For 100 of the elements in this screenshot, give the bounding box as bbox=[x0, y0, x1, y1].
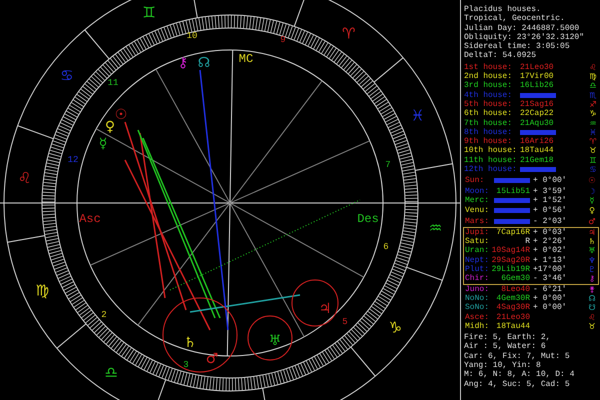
house-label: 8th house: bbox=[464, 128, 514, 137]
sign-symbol: ♈ bbox=[588, 137, 598, 146]
body-symbol: ♉ bbox=[587, 322, 597, 332]
body-offset: + 0°56' bbox=[533, 206, 568, 217]
body-label: Uran: bbox=[465, 246, 490, 256]
body-symbol: ♆ bbox=[587, 256, 597, 266]
body-position: 21Leo30 bbox=[495, 312, 531, 322]
body-position: 8Leo40 bbox=[500, 284, 531, 294]
chart-info-line: DeltaT: 54.0925 bbox=[464, 51, 536, 61]
body-label: Plut: bbox=[465, 265, 490, 274]
chart-angle-label: MC bbox=[238, 52, 254, 66]
house-label: 9th house: bbox=[464, 137, 512, 146]
house-label: 10th house: bbox=[464, 146, 518, 156]
body-offset: + 2°26' bbox=[533, 237, 568, 246]
body-position: 18Tau44 bbox=[495, 322, 531, 332]
sign-symbol: ♌ bbox=[588, 62, 598, 72]
planet-glyph: ☿ bbox=[98, 136, 108, 152]
body-symbol: ♂ bbox=[587, 216, 597, 227]
body-offset: - 6°21' bbox=[533, 284, 568, 294]
blurred-value bbox=[520, 167, 556, 172]
body-label: Satu: bbox=[465, 237, 490, 246]
house-number: 2 bbox=[101, 310, 107, 320]
body-offset: + 0°00' bbox=[533, 176, 568, 187]
house-label: 3rd house: bbox=[464, 81, 514, 91]
house-label: 4th house: bbox=[464, 90, 514, 100]
house-cusp: 18Tau44 bbox=[520, 146, 555, 156]
sign-symbol: ♍ bbox=[588, 72, 598, 82]
planet-glyph: ♃ bbox=[318, 301, 332, 317]
house-cusp: 21Sag16 bbox=[520, 100, 555, 110]
body-offset: - 2°03' bbox=[533, 216, 568, 227]
planet-glyph: ♄ bbox=[184, 335, 196, 351]
body-position: 10Sag14R bbox=[491, 246, 531, 256]
zodiac-sign-glyph: ♓ bbox=[410, 106, 424, 125]
body-offset: + 1°13' bbox=[533, 256, 568, 265]
body-label: Sun: bbox=[465, 176, 486, 187]
body-symbol: ☿ bbox=[588, 196, 596, 206]
planet-glyph: ♀ bbox=[104, 119, 116, 135]
sign-divider-line bbox=[374, 57, 404, 83]
planet-glyph: ⚷ bbox=[178, 55, 188, 71]
body-symbol: ♌ bbox=[587, 312, 597, 322]
body-symbol: ☋ bbox=[587, 303, 597, 312]
chart-info-line: Obliquity: 23°26'32.3120" bbox=[464, 32, 584, 42]
zodiac-sign-glyph: ♋ bbox=[60, 66, 74, 85]
body-offset: + 0°00' bbox=[533, 303, 568, 312]
body-symbol: ☉ bbox=[587, 176, 597, 187]
sign-divider-line bbox=[17, 125, 54, 140]
sign-divider-line bbox=[6, 235, 46, 243]
house-cusp: 16Lib26 bbox=[520, 81, 555, 91]
conjunction-circle bbox=[292, 280, 338, 326]
conjunction-circle bbox=[248, 316, 292, 360]
summary-line: M: 6, N: 8, A: 10, D: 4 bbox=[464, 370, 574, 380]
body-offset: + 1°52' bbox=[533, 196, 568, 206]
body-position: 4Sag30R bbox=[495, 303, 531, 312]
zodiac-sign-glyph: ♒ bbox=[428, 219, 442, 238]
zodiac-sign-glyph: ♊ bbox=[142, 3, 156, 22]
body-symbol: ☊ bbox=[587, 294, 597, 304]
house-label: 12th house: bbox=[464, 165, 518, 174]
chart-angle-label: Des bbox=[357, 212, 379, 226]
body-label: Merc: bbox=[465, 196, 490, 206]
zodiac-sign-glyph: ♎ bbox=[104, 364, 118, 382]
sign-symbol: ♐ bbox=[588, 100, 598, 110]
house-number: 11 bbox=[108, 78, 118, 88]
body-label: Juno: bbox=[465, 284, 490, 294]
body-label: Moon: bbox=[465, 186, 490, 196]
body-offset: + 0°02' bbox=[533, 246, 568, 256]
planet-glyph: ☉ bbox=[114, 107, 128, 123]
house-cusp: 21Gem18 bbox=[520, 156, 555, 166]
house-cusp: 21Aqu30 bbox=[520, 118, 555, 128]
summary-line: Ang: 4, Suc: 5, Cad: 5 bbox=[464, 380, 570, 389]
body-position: 6Gem30 bbox=[500, 274, 531, 284]
sign-symbol: ♎ bbox=[588, 81, 598, 91]
summary-line: Fire: 5, Earth: 2, bbox=[464, 333, 550, 342]
body-position: 29Lib19R bbox=[491, 265, 531, 274]
house-number: 5 bbox=[342, 317, 348, 327]
house-cusp: 22Cap22 bbox=[520, 109, 555, 119]
body-position: 29Sag20R bbox=[491, 256, 531, 265]
house-cusp: 17Vir00 bbox=[520, 72, 555, 82]
sign-symbol: ♋ bbox=[588, 165, 598, 174]
summary-line: Air : 5, Water: 6 bbox=[464, 342, 546, 352]
body-symbol: ♅ bbox=[587, 246, 597, 256]
house-number: 12 bbox=[68, 155, 78, 165]
house-label: 5th house: bbox=[464, 100, 514, 109]
body-offset: + 3°59' bbox=[533, 186, 568, 196]
house-number: 7 bbox=[385, 160, 391, 170]
sign-divider-line bbox=[406, 266, 443, 281]
body-position: 7Cap16R bbox=[495, 228, 531, 238]
sign-symbol: ♒ bbox=[588, 118, 598, 128]
house-label: 11th house: bbox=[464, 156, 518, 165]
house-number: 9 bbox=[280, 35, 286, 45]
house-label: 7th house: bbox=[464, 118, 514, 128]
body-label: NoNo: bbox=[465, 294, 490, 304]
body-label: Nept: bbox=[465, 256, 490, 265]
summary-line: Car: 6, Fix: 7, Mut: 5 bbox=[464, 352, 570, 361]
chart-info-line: Tropical, Geocentric. bbox=[464, 14, 565, 24]
sign-divider-line bbox=[350, 346, 376, 377]
body-label: Venu: bbox=[465, 206, 490, 217]
house-number: 6 bbox=[383, 242, 389, 252]
body-symbol: ⚵ bbox=[588, 284, 596, 294]
house-label: 2nd house: bbox=[464, 72, 514, 82]
sign-symbol: ♑ bbox=[588, 109, 598, 119]
